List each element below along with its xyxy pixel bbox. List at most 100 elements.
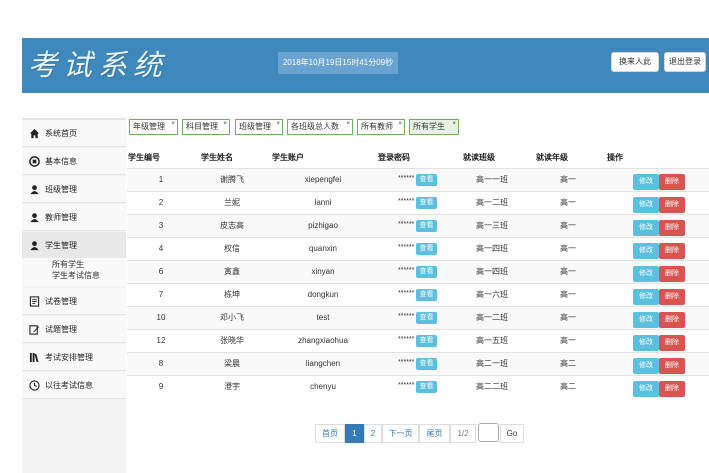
- cell-account: pizhigao: [308, 221, 338, 230]
- edit-button[interactable]: 修改: [633, 266, 659, 282]
- close-icon[interactable]: ×: [223, 117, 227, 131]
- view-password-button[interactable]: 查看: [416, 243, 437, 255]
- delete-button[interactable]: 删除: [659, 197, 685, 213]
- delete-button[interactable]: 删除: [659, 266, 685, 282]
- pagination-info: 1/2: [450, 424, 476, 443]
- delete-button[interactable]: 删除: [659, 289, 685, 305]
- view-password-button[interactable]: 查看: [416, 312, 437, 324]
- cell-password: ******: [398, 382, 415, 389]
- sidebar-item-paper-management[interactable]: 试卷管理: [22, 288, 126, 315]
- view-password-button[interactable]: 查看: [416, 174, 437, 186]
- books-icon: [29, 352, 39, 363]
- cell-student-name: 邓小飞: [220, 313, 244, 322]
- delete-button[interactable]: 删除: [659, 312, 685, 328]
- cell-student-id: 8: [158, 359, 164, 368]
- tag-all-students[interactable]: 所有学生 ×: [409, 119, 459, 135]
- cell-password: ******: [398, 290, 415, 297]
- delete-button[interactable]: 删除: [659, 174, 685, 190]
- table-row: 9 澄宇 chenyu 高二二班 高二 ****** 查看 修改 删除: [127, 375, 709, 398]
- delete-button[interactable]: 删除: [659, 243, 685, 259]
- edit-button[interactable]: 修改: [633, 289, 659, 305]
- cell-grade: 高二: [560, 382, 576, 391]
- cell-student-name: 梁晨: [224, 359, 240, 368]
- edit-button[interactable]: 修改: [633, 381, 659, 397]
- edit-button[interactable]: 修改: [633, 243, 659, 259]
- tag-class-total[interactable]: 各班级总人数 ×: [287, 119, 353, 135]
- delete-button[interactable]: 删除: [659, 381, 685, 397]
- view-password-button[interactable]: 查看: [416, 381, 437, 393]
- view-password-button[interactable]: 查看: [416, 197, 437, 209]
- page-number-input[interactable]: [478, 423, 499, 442]
- edit-button[interactable]: 修改: [633, 197, 659, 213]
- logout-button[interactable]: 退出登录: [664, 52, 706, 72]
- header-bar: 考试系统 2018年10月19日15时41分09秒 换来人此 退出登录: [22, 38, 709, 93]
- go-button[interactable]: Go: [500, 424, 524, 443]
- cell-account: test: [316, 313, 330, 322]
- column-header-student-id: 学生编号: [128, 153, 160, 162]
- tag-grade-management[interactable]: 年级管理 ×: [129, 119, 178, 135]
- cell-student-id: 12: [156, 336, 166, 345]
- edit-button[interactable]: 修改: [633, 220, 659, 236]
- edit-button[interactable]: 修改: [633, 335, 659, 351]
- user-icon: [30, 241, 39, 251]
- sidebar-item-home[interactable]: 系统首页: [22, 120, 126, 147]
- delete-button[interactable]: 删除: [659, 335, 685, 351]
- delete-button[interactable]: 删除: [659, 358, 685, 374]
- view-password-button[interactable]: 查看: [416, 335, 437, 347]
- pagination-next[interactable]: 下一页: [382, 424, 419, 443]
- close-icon[interactable]: ×: [398, 117, 402, 131]
- sidebar-item-question-management[interactable]: 试题管理: [22, 316, 126, 343]
- pagination-first[interactable]: 首页: [315, 424, 345, 443]
- edit-button[interactable]: 修改: [633, 174, 659, 190]
- column-header-grade: 就读年级: [536, 153, 568, 162]
- submenu-student-exam-info[interactable]: 学生考试信息: [52, 271, 100, 281]
- sidebar-item-exam-schedule[interactable]: 考试安排管理: [22, 344, 126, 371]
- cell-account: xiepengfei: [304, 175, 342, 184]
- cell-grade: 高一: [560, 336, 576, 345]
- sidebar-item-label: 学生管理: [45, 241, 77, 250]
- view-password-button[interactable]: 查看: [416, 220, 437, 232]
- pagination-last[interactable]: 尾页: [419, 424, 450, 443]
- close-icon[interactable]: ×: [452, 117, 456, 131]
- delete-button[interactable]: 删除: [659, 220, 685, 236]
- sidebar-item-student-management[interactable]: 学生管理: [22, 232, 126, 259]
- app-window: 考试系统 2018年10月19日15时41分09秒 换来人此 退出登录 年级管理…: [0, 0, 709, 473]
- cell-account: lanni: [314, 198, 332, 207]
- sidebar-item-label: 以往考试信息: [45, 381, 93, 390]
- switch-user-button[interactable]: 换来人此: [611, 52, 659, 72]
- cell-grade: 高一: [560, 198, 576, 207]
- sidebar-item-past-exams[interactable]: 以往考试信息: [22, 372, 126, 399]
- sidebar-item-teacher-management[interactable]: 教师管理: [22, 204, 126, 231]
- cell-password: ******: [398, 336, 415, 343]
- tag-label: 班级管理: [239, 122, 271, 131]
- table-row: 7 栋坤 dongkun 高一六班 高一 ****** 查看 修改 删除: [127, 283, 709, 306]
- submenu-all-students[interactable]: 所有学生: [52, 260, 84, 270]
- column-header-actions: 操作: [607, 153, 623, 162]
- pagination-page-1[interactable]: 1: [345, 424, 364, 443]
- pagination-page-2[interactable]: 2: [364, 424, 382, 443]
- close-icon[interactable]: ×: [346, 117, 350, 131]
- table-row: 8 梁晨 liangchen 高二一班 高二 ****** 查看 修改 删除: [127, 352, 709, 375]
- cell-student-name: 权信: [224, 244, 240, 253]
- close-icon[interactable]: ×: [171, 117, 175, 131]
- user-icon: [30, 185, 39, 195]
- sidebar-item-class-management[interactable]: 班级管理: [22, 176, 126, 203]
- column-header-password: 登录密码: [378, 153, 410, 162]
- cell-student-id: 1: [158, 175, 164, 184]
- cell-account: zhangxiaohua: [298, 336, 348, 345]
- view-password-button[interactable]: 查看: [416, 266, 437, 278]
- cell-student-id: 6: [158, 267, 164, 276]
- column-header-account: 学生账户: [272, 153, 304, 162]
- close-icon[interactable]: ×: [276, 117, 280, 131]
- edit-button[interactable]: 修改: [633, 358, 659, 374]
- view-password-button[interactable]: 查看: [416, 289, 437, 301]
- cell-student-id: 4: [158, 244, 164, 253]
- tag-subject-management[interactable]: 科目管理 ×: [182, 119, 230, 135]
- edit-button[interactable]: 修改: [633, 312, 659, 328]
- table-row: 2 兰妮 lanni 高一二班 高一 ****** 查看 修改 删除: [127, 191, 709, 214]
- home-icon: [29, 128, 40, 139]
- sidebar-item-basic-info[interactable]: 基本信息: [22, 148, 126, 175]
- view-password-button[interactable]: 查看: [416, 358, 437, 370]
- tag-all-teachers[interactable]: 所有教师 ×: [357, 119, 405, 135]
- tag-class-management[interactable]: 班级管理 ×: [235, 119, 283, 135]
